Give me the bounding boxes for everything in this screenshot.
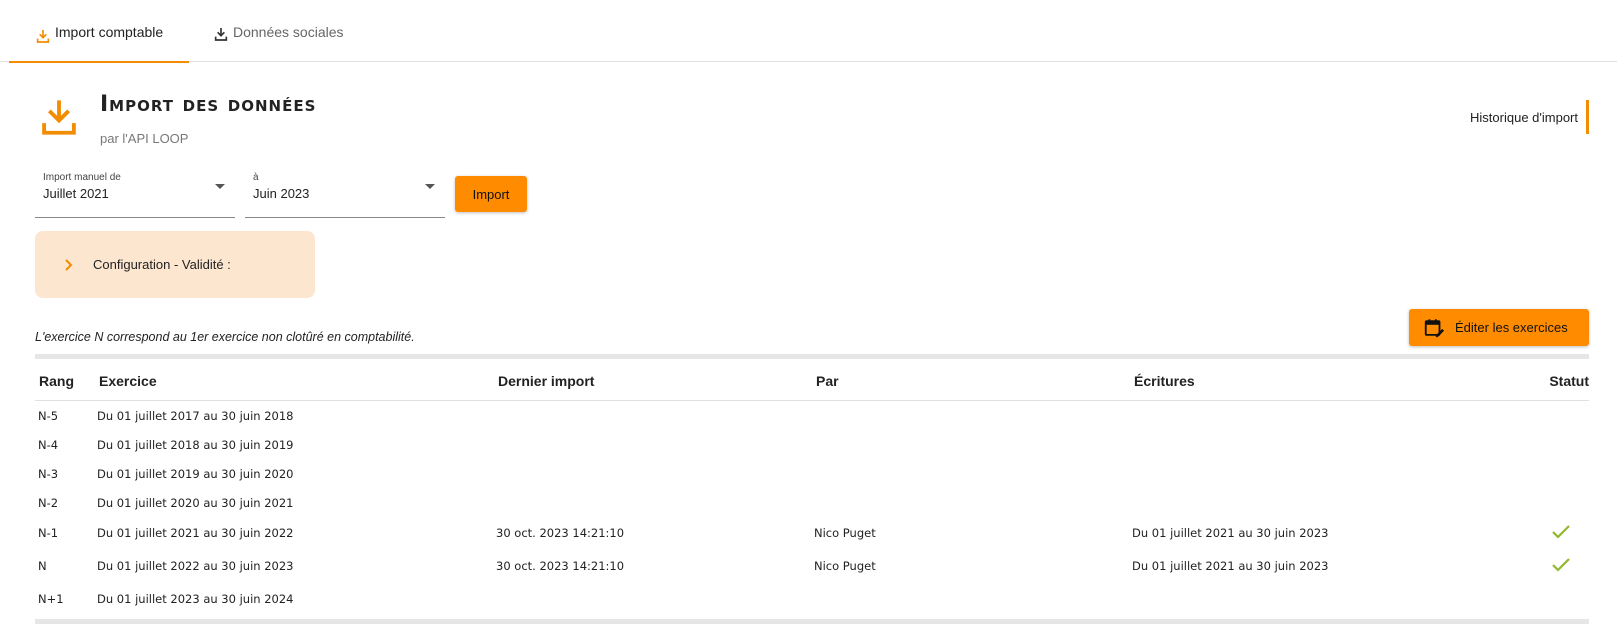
history-link-label: Historique d'import — [1470, 109, 1578, 125]
header-exercice[interactable]: Exercice — [99, 373, 157, 389]
chevron-right-icon — [65, 258, 73, 271]
header-ecritures[interactable]: Écritures — [1134, 373, 1195, 389]
import-to-label: à — [253, 172, 259, 183]
cell-exercice: Du 01 juillet 2023 au 30 juin 2024 — [97, 592, 294, 606]
cell-rang: N+1 — [38, 592, 64, 606]
cell-rang: N-1 — [38, 526, 59, 540]
edit-exercises-button[interactable]: Éditer les exercices — [1409, 309, 1589, 346]
table-row[interactable]: N+1 Du 01 juillet 2023 au 30 juin 2024 — [35, 584, 1589, 615]
import-button[interactable]: Import — [455, 176, 527, 212]
cell-dernier-import: 30 oct. 2023 14:21:10 — [496, 559, 625, 573]
tab-label: Import comptable — [55, 24, 164, 40]
download-icon — [214, 28, 228, 41]
cell-ecritures: Du 01 juillet 2021 au 30 juin 2023 — [1132, 559, 1329, 573]
caret-down-icon — [425, 184, 435, 189]
cell-exercice: Du 01 juillet 2017 au 30 juin 2018 — [97, 409, 294, 423]
caret-down-icon — [215, 184, 225, 189]
cell-par: Nico Puget — [814, 559, 876, 573]
tab-label: Données sociales — [233, 24, 344, 40]
cell-exercice: Du 01 juillet 2018 au 30 juin 2019 — [97, 438, 294, 452]
check-icon — [1552, 525, 1570, 539]
cell-rang: N-5 — [38, 409, 59, 423]
config-validity-panel[interactable]: Configuration - Validité : — [35, 231, 315, 298]
page-title: Import des données — [100, 92, 317, 117]
cell-rang: N — [38, 559, 47, 573]
header-dernier-import[interactable]: Dernier import — [498, 373, 594, 389]
import-from-label: Import manuel de — [43, 172, 121, 183]
table-row[interactable]: N-2 Du 01 juillet 2020 au 30 juin 2021 — [35, 488, 1589, 518]
cell-dernier-import: 30 oct. 2023 14:21:10 — [496, 526, 625, 540]
table-row[interactable]: N-1 Du 01 juillet 2021 au 30 juin 2022 30 … — [35, 518, 1589, 551]
history-link[interactable]: Historique d'import — [1470, 100, 1589, 134]
tab-import-comptable[interactable]: Import comptable — [9, 24, 189, 63]
cell-exercice: Du 01 juillet 2020 au 30 juin 2021 — [97, 496, 294, 510]
cell-exercice: Du 01 juillet 2021 au 30 juin 2022 — [97, 526, 294, 540]
table-bottom-bar — [35, 619, 1589, 624]
cell-par: Nico Puget — [814, 526, 876, 540]
header-statut[interactable]: Statut — [1549, 373, 1589, 389]
tab-bar: Import comptable Données sociales — [0, 0, 1617, 63]
exercises-table: Rang Exercice Dernier import Par Écritur… — [35, 354, 1589, 615]
table-row[interactable]: N-4 Du 01 juillet 2018 au 30 juin 2019 — [35, 430, 1589, 459]
cell-rang: N-4 — [38, 438, 59, 452]
header-par[interactable]: Par — [816, 373, 839, 389]
cell-exercice: Du 01 juillet 2022 au 30 juin 2023 — [97, 559, 294, 573]
import-from-select[interactable]: Import manuel de Juillet 2021 — [35, 168, 235, 218]
table-body: N-5 Du 01 juillet 2017 au 30 juin 2018 N-4… — [35, 401, 1589, 615]
download-icon — [42, 100, 76, 135]
download-icon — [36, 30, 50, 43]
calendar-edit-icon — [1424, 318, 1445, 337]
table-row[interactable]: N Du 01 juillet 2022 au 30 juin 2023 30 oc… — [35, 551, 1589, 584]
import-to-select[interactable]: à Juin 2023 — [245, 168, 445, 218]
cell-rang: N-3 — [38, 467, 59, 481]
cell-ecritures: Du 01 juillet 2021 au 30 juin 2023 — [1132, 526, 1329, 540]
tab-donnees-sociales[interactable]: Données sociales — [213, 24, 344, 62]
check-icon — [1552, 558, 1570, 572]
config-validity-label: Configuration - Validité : — [93, 257, 231, 272]
exercise-note: L'exercice N correspond au 1er exercice … — [35, 330, 415, 344]
table-row[interactable]: N-5 Du 01 juillet 2017 au 30 juin 2018 — [35, 401, 1589, 430]
header-rang[interactable]: Rang — [39, 373, 74, 389]
table-header-row: Rang Exercice Dernier import Par Écritur… — [35, 359, 1589, 401]
import-to-value: Juin 2023 — [253, 186, 310, 201]
table-row[interactable]: N-3 Du 01 juillet 2019 au 30 juin 2020 — [35, 459, 1589, 488]
cell-exercice: Du 01 juillet 2019 au 30 juin 2020 — [97, 467, 294, 481]
page-subtitle: par l'API LOOP — [100, 131, 189, 146]
cell-rang: N-2 — [38, 496, 59, 510]
import-from-value: Juillet 2021 — [43, 186, 109, 201]
edit-exercises-label: Éditer les exercices — [1455, 320, 1568, 335]
